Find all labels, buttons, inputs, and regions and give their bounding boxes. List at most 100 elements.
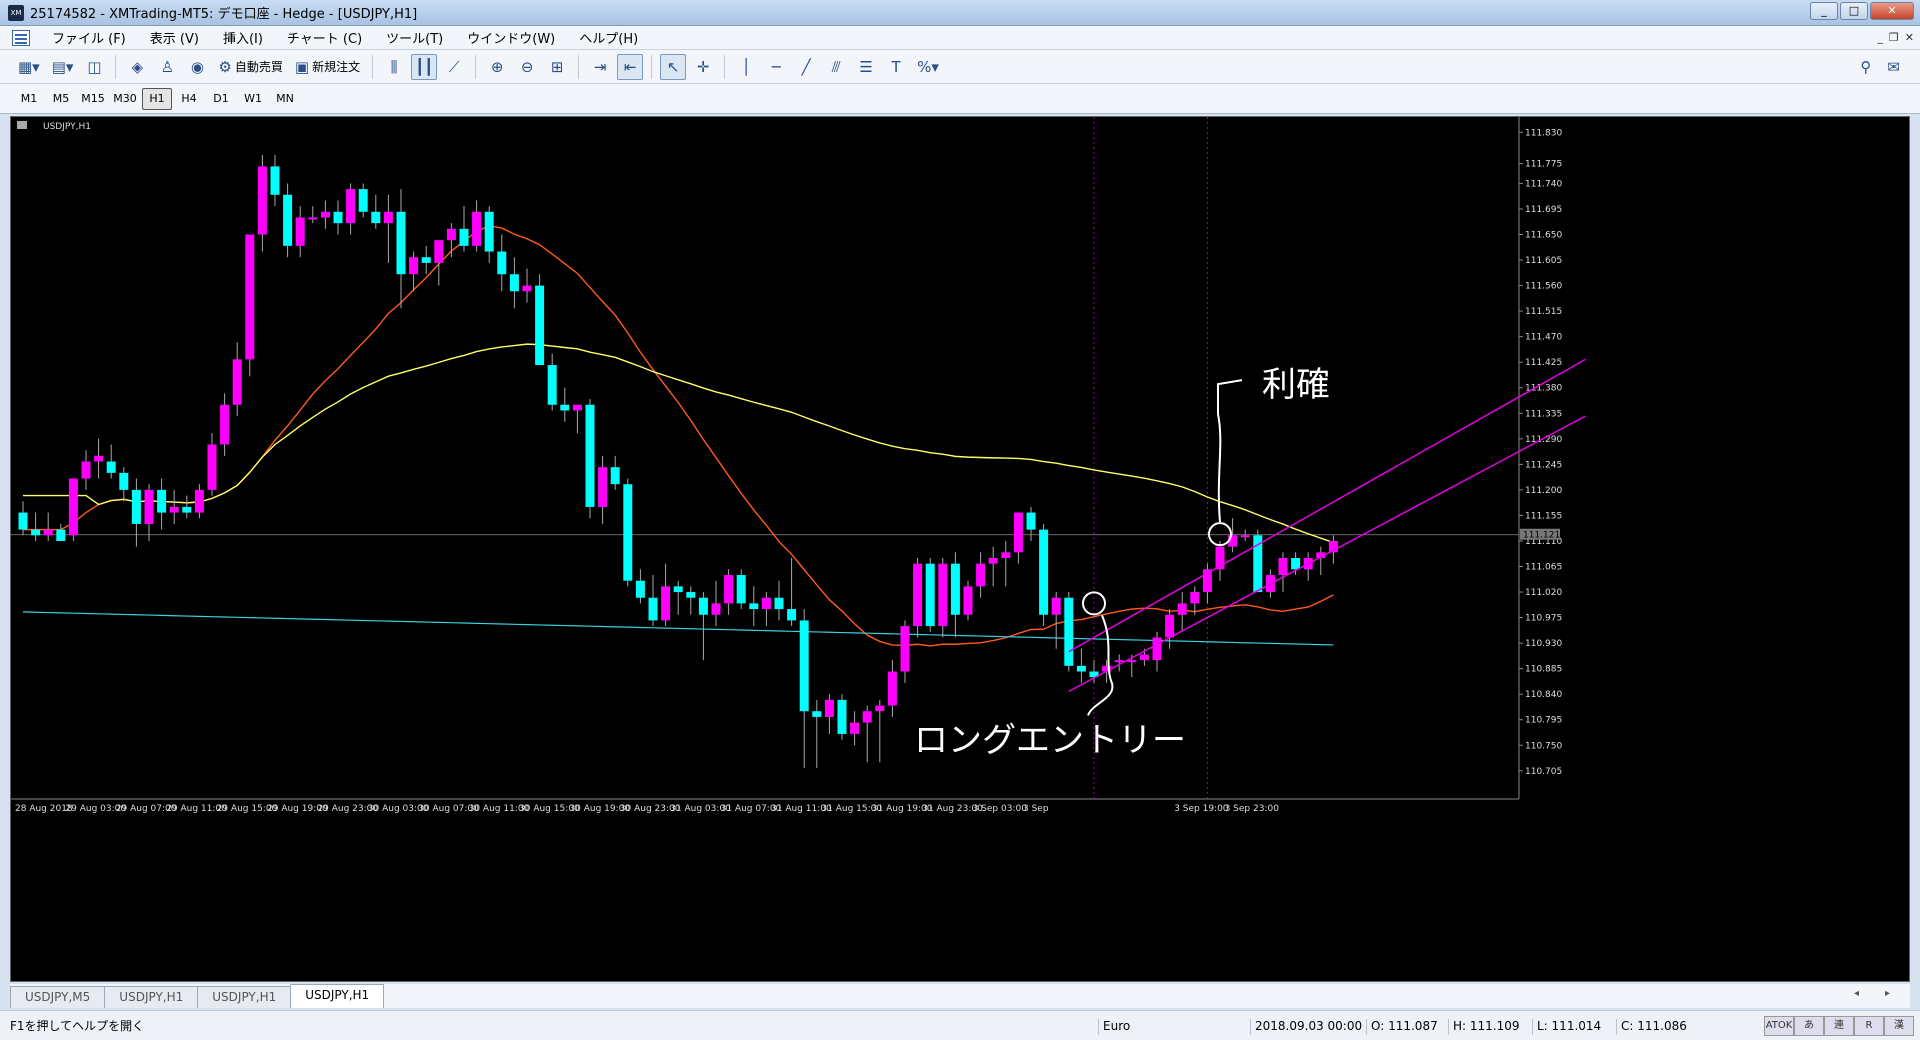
bear-candle <box>1291 557 1301 570</box>
close-button[interactable]: ✕ <box>1870 2 1914 20</box>
maximize-button[interactable]: □ <box>1840 2 1868 20</box>
y-tick-label: 111.020 <box>1525 588 1562 598</box>
menu-tools[interactable]: ツール(T) <box>374 28 455 47</box>
search-icon[interactable]: ⚲ <box>1860 58 1871 76</box>
bear-candle <box>774 597 784 610</box>
ime-indicator[interactable]: ATOK <box>1764 1016 1794 1036</box>
tile-windows-icon[interactable]: ⊞ <box>544 54 570 80</box>
child-restore-icon[interactable]: ❐ <box>1889 31 1899 44</box>
timeframe-m1[interactable]: M1 <box>14 88 44 110</box>
chart-tab[interactable]: USDJPY,H1 <box>290 984 385 1008</box>
menu-help[interactable]: ヘルプ(H) <box>567 28 650 47</box>
timeframe-m30[interactable]: M30 <box>110 88 140 110</box>
ime-indicator[interactable]: 連 <box>1824 1016 1854 1036</box>
new-order-icon: ▣ <box>294 57 310 76</box>
tab-scroll-left-icon[interactable]: ◂ <box>1854 988 1859 999</box>
tab-scroll-arrows[interactable]: ◂ ▸ <box>1854 988 1890 999</box>
toolbar-separator <box>475 54 477 79</box>
timeframe-h4[interactable]: H4 <box>174 88 204 110</box>
bull-candle <box>598 467 608 507</box>
x-tick-label: 3 Sep 19:00 <box>1174 804 1229 814</box>
menu-file[interactable]: ファイル (F) <box>40 28 138 47</box>
timeframe-mn[interactable]: MN <box>270 88 300 110</box>
y-tick-label: 111.065 <box>1525 563 1562 573</box>
child-window-controls: _ ❐ ✕ <box>1877 31 1914 44</box>
scroll-end-icon[interactable]: ⇥ <box>587 54 613 80</box>
tab-scroll-right-icon[interactable]: ▸ <box>1885 988 1890 999</box>
trendline-icon[interactable]: ╱ <box>793 54 819 80</box>
fibonacci-icon[interactable]: ☰ <box>853 54 879 80</box>
shapes-icon[interactable]: %▾ <box>913 54 943 80</box>
bull-candle <box>207 444 217 490</box>
timeframe-m15[interactable]: M15 <box>78 88 108 110</box>
chart-window-icon[interactable] <box>12 29 30 46</box>
line-chart-icon[interactable]: ⟋ <box>441 54 467 80</box>
zoom-in-icon[interactable]: ⊕ <box>484 54 510 80</box>
entry-annotation: ロングエントリー <box>914 720 1186 760</box>
ime-indicator[interactable]: あ <box>1794 1016 1824 1036</box>
main-toolbar: ▦▾ ▤▾ ◫ ◈ ♙ ◉ ⚙ 自動売買 ▣ 新規注文 ⫼ ┃┃ ⟋ ⊕ ⊖ ⊞ ⇥… <box>0 50 1920 84</box>
new-chart-icon[interactable]: ▦▾ <box>14 54 44 80</box>
bull-candle <box>875 705 885 712</box>
equidistant-channel-icon[interactable]: ⫻ <box>823 54 849 80</box>
data-window-icon[interactable]: ♙ <box>154 54 180 80</box>
y-tick-label: 110.975 <box>1525 614 1562 624</box>
y-tick-label: 111.775 <box>1525 160 1562 170</box>
market-watch-icon[interactable]: ◫ <box>81 54 107 80</box>
bull-candle <box>850 722 860 734</box>
y-tick-label: 111.515 <box>1525 307 1562 317</box>
minimize-button[interactable]: _ <box>1810 2 1838 20</box>
chart-shift-icon[interactable]: ⇤ <box>617 53 644 80</box>
vertical-line-icon[interactable]: │ <box>733 54 759 80</box>
chart-tab[interactable]: USDJPY,H1 <box>197 986 292 1008</box>
ime-indicator[interactable]: R <box>1854 1016 1884 1036</box>
auto-trading-icon: ⚙ <box>218 57 232 76</box>
menu-view[interactable]: 表示 (V) <box>138 28 211 47</box>
cursor-icon[interactable]: ↖ <box>660 53 687 80</box>
bear-candle <box>119 472 129 490</box>
bear-candle <box>950 563 960 615</box>
bull-candle <box>94 455 104 462</box>
bull-candle <box>913 563 923 627</box>
horizontal-line-icon[interactable]: ─ <box>763 54 789 80</box>
chat-icon[interactable]: ✉ <box>1887 58 1900 76</box>
chart-tab[interactable]: USDJPY,H1 <box>104 986 199 1008</box>
bear-candle <box>560 404 570 411</box>
bull-candle <box>988 557 998 564</box>
menu-chart[interactable]: チャート (C) <box>275 28 374 47</box>
child-close-icon[interactable]: ✕ <box>1905 31 1914 44</box>
navigator-icon[interactable]: ◈ <box>124 54 150 80</box>
text-icon[interactable]: T <box>883 54 909 80</box>
chart-tab[interactable]: USDJPY,M5 <box>10 986 106 1008</box>
bar-chart-icon[interactable]: ⫼ <box>381 54 407 80</box>
timeframe-h1[interactable]: H1 <box>142 87 172 110</box>
menu-insert[interactable]: 挿入(I) <box>211 28 275 47</box>
price-chart[interactable]: USDJPY,H1 111.830 111.775 111.740 111.695 111… <box>10 116 1910 982</box>
profiles-icon[interactable]: ▤▾ <box>48 54 78 80</box>
crosshair-icon[interactable]: ✛ <box>690 54 716 80</box>
ime-indicator[interactable]: 漢 <box>1884 1016 1914 1036</box>
timeframe-d1[interactable]: D1 <box>206 88 236 110</box>
bear-candle <box>509 274 519 292</box>
bear-candle <box>648 597 658 621</box>
bull-candle <box>1114 660 1124 663</box>
bull-candle <box>1127 660 1137 663</box>
bull-candle <box>522 285 532 292</box>
timeframe-m5[interactable]: M5 <box>46 88 76 110</box>
child-minimize-icon[interactable]: _ <box>1877 31 1883 44</box>
y-tick-label: 110.795 <box>1525 716 1562 726</box>
profile-name: Euro <box>1098 1019 1130 1035</box>
bull-candle <box>862 711 872 723</box>
bull-candle <box>938 563 948 627</box>
timeframe-w1[interactable]: W1 <box>238 88 268 110</box>
signals-icon[interactable]: ◉ <box>184 54 210 80</box>
bull-candle <box>824 699 834 717</box>
y-tick-label: 110.750 <box>1525 741 1562 751</box>
candlestick-icon[interactable]: ┃┃ <box>411 53 438 80</box>
chart-canvas[interactable]: USDJPY,H1 111.830 111.775 111.740 111.695 111… <box>11 117 1909 981</box>
auto-trading-button[interactable]: ⚙ 自動売買 <box>214 54 286 80</box>
toolbar-separator <box>578 54 580 79</box>
menu-window[interactable]: ウインドウ(W) <box>455 28 567 47</box>
zoom-out-icon[interactable]: ⊖ <box>514 54 540 80</box>
new-order-button[interactable]: ▣ 新規注文 <box>291 54 364 80</box>
